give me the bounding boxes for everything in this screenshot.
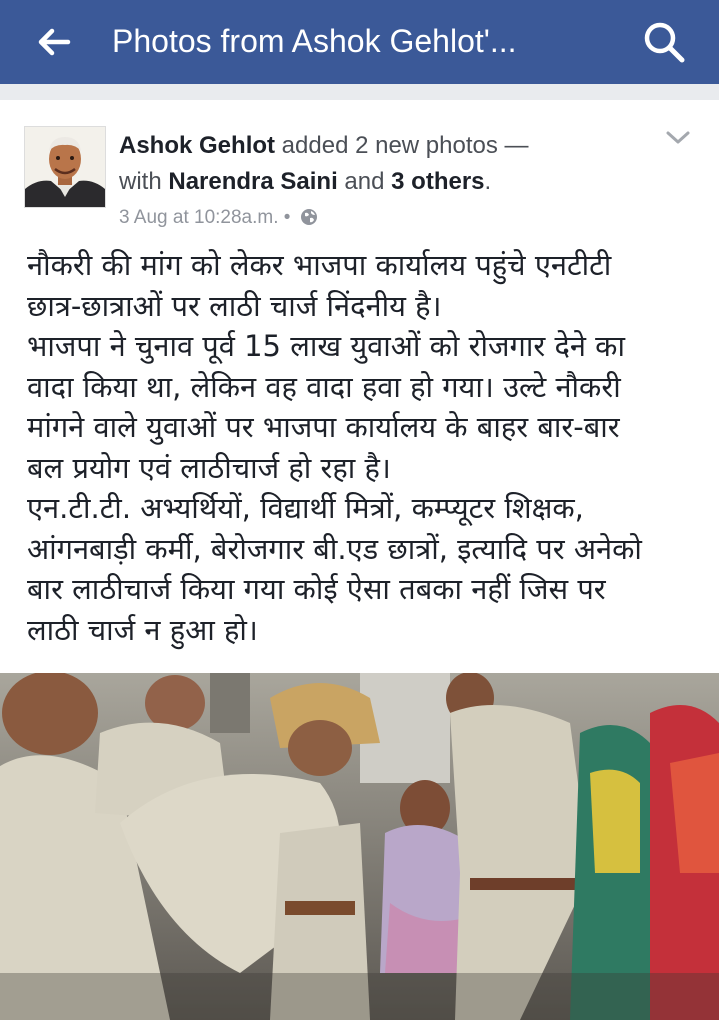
action-text: added 2 new photos — bbox=[275, 132, 529, 159]
post-photo[interactable] bbox=[0, 673, 719, 1020]
post-headline: Ashok Gehlot added 2 new photos — with N… bbox=[119, 128, 639, 200]
post-text-line: मांगने वाले युवाओं पर भाजपा कार्यालय के … bbox=[27, 410, 620, 444]
divider bbox=[0, 84, 719, 100]
post-text-line: लाठी चार्ज न हुआ हो। bbox=[27, 612, 258, 647]
post-text-line: बार लाठीचार्ज किया गया कोई ऐसा तबका नहीं… bbox=[27, 572, 606, 606]
timestamp[interactable]: 3 Aug at 10:28a.m. • bbox=[119, 207, 290, 228]
top-app-bar: Photos from Ashok Gehlot'... bbox=[0, 0, 719, 84]
others-link[interactable]: 3 others bbox=[391, 168, 484, 195]
avatar[interactable] bbox=[24, 126, 106, 208]
chevron-down-icon[interactable] bbox=[664, 128, 692, 148]
post-text-line: छात्र-छात्राओं पर लाठी चार्ज निंदनीय है। bbox=[27, 288, 442, 323]
with-prefix: with bbox=[119, 168, 169, 195]
author-name[interactable]: Ashok Gehlot bbox=[119, 132, 275, 159]
and-text: and bbox=[337, 168, 392, 195]
page-title: Photos from Ashok Gehlot'... bbox=[112, 23, 517, 59]
tagged-person[interactable]: Narendra Saini bbox=[168, 168, 337, 195]
search-icon[interactable] bbox=[640, 18, 688, 66]
post-text-line: बल प्रयोग एवं लाठीचार्ज हो रहा है। bbox=[27, 450, 391, 485]
post-text-line: नौकरी की मांग को लेकर भाजपा कार्यालय पहु… bbox=[27, 248, 612, 282]
globe-icon bbox=[300, 209, 317, 225]
post-meta: 3 Aug at 10:28a.m. • bbox=[119, 204, 318, 232]
post-text-line: एन.टी.टी. अभ्यर्थियों, विद्यार्थी मित्रो… bbox=[27, 491, 584, 525]
post-text-line: आंगनबाड़ी कर्मी, बेरोजगार बी.एड छात्रों,… bbox=[27, 531, 642, 566]
post-text-line: भाजपा ने चुनाव पूर्व 15 लाख युवाओं को रो… bbox=[27, 329, 625, 363]
post-card: Ashok Gehlot added 2 new photos — with N… bbox=[0, 100, 719, 1020]
post-text: नौकरी की मांग को लेकर भाजपा कार्यालय पहु… bbox=[27, 245, 707, 650]
post-text-line: वादा किया था, लेकिन वह वादा हवा हो गया। … bbox=[27, 369, 621, 404]
arrow-left-icon[interactable] bbox=[34, 22, 74, 62]
period: . bbox=[484, 168, 492, 195]
